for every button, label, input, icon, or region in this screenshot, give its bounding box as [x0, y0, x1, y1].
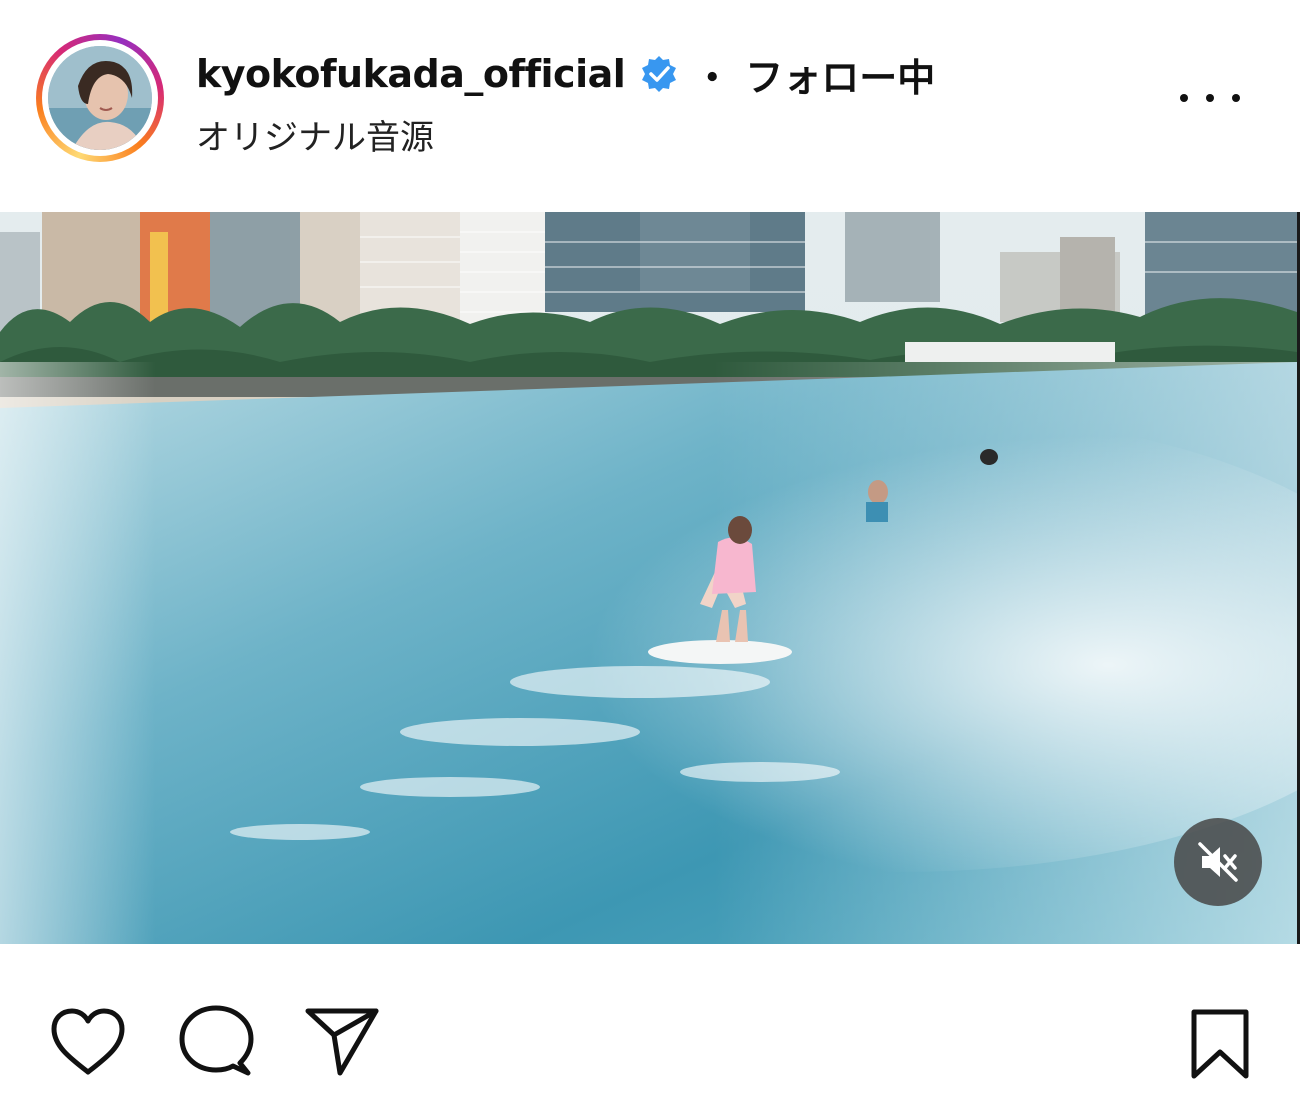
story-ring[interactable]	[36, 34, 164, 162]
separator-dot: ・	[693, 55, 732, 100]
verified-badge-icon	[639, 54, 679, 94]
more-options-icon[interactable]	[1180, 78, 1240, 118]
avatar[interactable]	[48, 46, 152, 150]
username-link[interactable]: kyokofukada_official	[196, 52, 626, 96]
comment-bubble-icon[interactable]	[176, 1004, 256, 1080]
bookmark-icon[interactable]	[1186, 1006, 1254, 1082]
video-frame	[0, 212, 1297, 944]
profile-photo	[48, 46, 152, 150]
username-row: kyokofukada_official ・ フォロー中	[196, 46, 935, 102]
instagram-post: kyokofukada_official ・ フォロー中 オリジナル音源	[0, 0, 1300, 1112]
heart-icon[interactable]	[48, 1006, 128, 1078]
video-player[interactable]	[0, 212, 1297, 944]
post-header: kyokofukada_official ・ フォロー中 オリジナル音源	[0, 0, 1300, 210]
post-actions	[0, 944, 1300, 1112]
paper-plane-icon[interactable]	[302, 1004, 382, 1078]
muted-speaker-icon[interactable]	[1174, 818, 1262, 906]
audio-link[interactable]: オリジナル音源	[196, 110, 434, 159]
following-button[interactable]: フォロー中	[745, 47, 935, 102]
